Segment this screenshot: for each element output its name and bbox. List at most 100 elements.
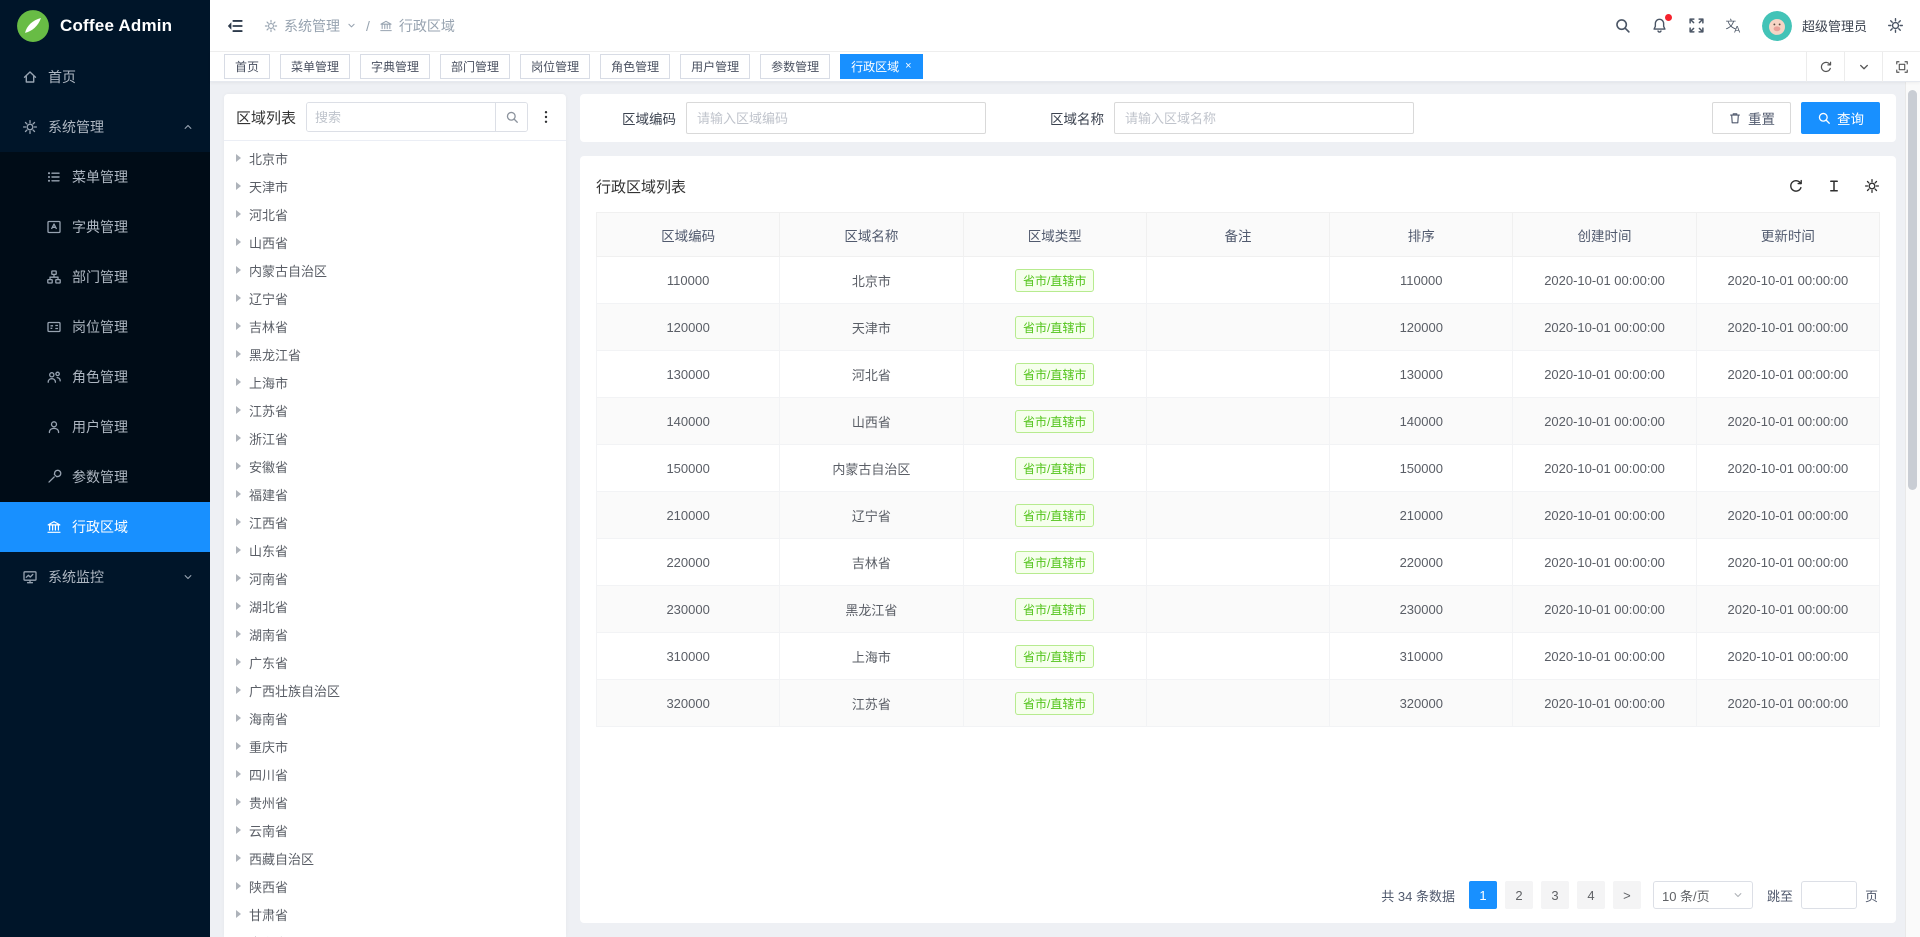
sidebar-item-param-mgmt[interactable]: 参数管理	[0, 452, 210, 502]
table-row[interactable]: 310000 上海市 省市/直辖市 310000 2020-10-01 00:0…	[597, 633, 1880, 680]
tree-search-input[interactable]	[307, 103, 495, 131]
caret-right-icon[interactable]	[236, 322, 241, 330]
caret-right-icon[interactable]	[236, 406, 241, 414]
caret-right-icon[interactable]	[236, 882, 241, 890]
tab[interactable]: 用户管理	[680, 54, 750, 79]
tab[interactable]: 部门管理	[440, 54, 510, 79]
caret-right-icon[interactable]	[236, 686, 241, 694]
caret-right-icon[interactable]	[236, 210, 241, 218]
next-page-button[interactable]: >	[1613, 881, 1641, 909]
tree-item[interactable]: 福建省	[224, 480, 566, 508]
vertical-scrollbar[interactable]	[1905, 82, 1920, 937]
tree-item[interactable]: 吉林省	[224, 312, 566, 340]
settings-icon[interactable]	[1887, 17, 1904, 34]
page-size-select[interactable]: 10 条/页	[1653, 881, 1753, 909]
tab-menu-chevron-icon[interactable]	[1844, 52, 1882, 82]
tab[interactable]: 角色管理	[600, 54, 670, 79]
breadcrumb-parent[interactable]: 系统管理	[264, 16, 357, 36]
tree-item[interactable]: 西藏自治区	[224, 844, 566, 872]
region-name-input[interactable]	[1114, 102, 1414, 134]
table-row[interactable]: 320000 江苏省 省市/直辖市 320000 2020-10-01 00:0…	[597, 680, 1880, 727]
tab[interactable]: 参数管理	[760, 54, 830, 79]
caret-right-icon[interactable]	[236, 574, 241, 582]
search-icon[interactable]	[1614, 17, 1631, 34]
caret-right-icon[interactable]	[236, 826, 241, 834]
caret-right-icon[interactable]	[236, 434, 241, 442]
notification-bell-icon[interactable]	[1651, 17, 1668, 34]
caret-right-icon[interactable]	[236, 546, 241, 554]
tree-item[interactable]: 北京市	[224, 144, 566, 172]
caret-right-icon[interactable]	[236, 378, 241, 386]
tree-item[interactable]: 山东省	[224, 536, 566, 564]
tree-item[interactable]: 河北省	[224, 200, 566, 228]
sidebar-item-menu-mgmt[interactable]: 菜单管理	[0, 152, 210, 202]
tab[interactable]: 行政区域 ×	[840, 54, 922, 79]
page-number-button[interactable]: 3	[1541, 881, 1569, 909]
tree-item[interactable]: 浙江省	[224, 424, 566, 452]
tree-item[interactable]: 青海省	[224, 928, 566, 937]
close-icon[interactable]: ×	[905, 61, 911, 72]
tree-item[interactable]: 贵州省	[224, 788, 566, 816]
tree-item[interactable]: 广西壮族自治区	[224, 676, 566, 704]
tree-item[interactable]: 陕西省	[224, 872, 566, 900]
sidebar-group-system[interactable]: 系统管理	[0, 102, 210, 152]
caret-right-icon[interactable]	[236, 770, 241, 778]
caret-right-icon[interactable]	[236, 714, 241, 722]
table-row[interactable]: 230000 黑龙江省 省市/直辖市 230000 2020-10-01 00:…	[597, 586, 1880, 633]
sidebar-item-dept-mgmt[interactable]: 部门管理	[0, 252, 210, 302]
table-row[interactable]: 110000 北京市 省市/直辖市 110000 2020-10-01 00:0…	[597, 257, 1880, 304]
caret-right-icon[interactable]	[236, 462, 241, 470]
tree-item[interactable]: 广东省	[224, 648, 566, 676]
tree-more-menu-icon[interactable]	[538, 109, 554, 125]
jump-page-input[interactable]	[1801, 881, 1857, 909]
tree-item[interactable]: 山西省	[224, 228, 566, 256]
caret-right-icon[interactable]	[236, 518, 241, 526]
sidebar-item-region[interactable]: 行政区域	[0, 502, 210, 552]
translate-icon[interactable]	[1725, 17, 1742, 34]
row-density-icon[interactable]	[1826, 178, 1842, 194]
caret-right-icon[interactable]	[236, 630, 241, 638]
caret-right-icon[interactable]	[236, 182, 241, 190]
caret-right-icon[interactable]	[236, 602, 241, 610]
sidebar-item-user-mgmt[interactable]: 用户管理	[0, 402, 210, 452]
caret-right-icon[interactable]	[236, 798, 241, 806]
scrollbar-thumb[interactable]	[1908, 90, 1917, 490]
table-row[interactable]: 150000 内蒙古自治区 省市/直辖市 150000 2020-10-01 0…	[597, 445, 1880, 492]
caret-right-icon[interactable]	[236, 350, 241, 358]
table-row[interactable]: 120000 天津市 省市/直辖市 120000 2020-10-01 00:0…	[597, 304, 1880, 351]
caret-right-icon[interactable]	[236, 742, 241, 750]
table-row[interactable]: 130000 河北省 省市/直辖市 130000 2020-10-01 00:0…	[597, 351, 1880, 398]
caret-right-icon[interactable]	[236, 490, 241, 498]
tree-item[interactable]: 安徽省	[224, 452, 566, 480]
caret-right-icon[interactable]	[236, 854, 241, 862]
tab[interactable]: 岗位管理	[520, 54, 590, 79]
user-name[interactable]: 超级管理员	[1802, 16, 1867, 35]
reset-button[interactable]: 重置	[1712, 102, 1791, 134]
tab[interactable]: 首页	[224, 54, 270, 79]
tree-item[interactable]: 甘肃省	[224, 900, 566, 928]
sidebar-item-role-mgmt[interactable]: 角色管理	[0, 352, 210, 402]
tab[interactable]: 字典管理	[360, 54, 430, 79]
tree-item[interactable]: 黑龙江省	[224, 340, 566, 368]
tree-item[interactable]: 上海市	[224, 368, 566, 396]
page-number-button[interactable]: 1	[1469, 881, 1497, 909]
tree-item[interactable]: 海南省	[224, 704, 566, 732]
search-button[interactable]: 查询	[1801, 102, 1880, 134]
refresh-tab-icon[interactable]	[1806, 52, 1844, 82]
tree-item[interactable]: 四川省	[224, 760, 566, 788]
tree-item[interactable]: 湖北省	[224, 592, 566, 620]
page-number-button[interactable]: 4	[1577, 881, 1605, 909]
tree-item[interactable]: 天津市	[224, 172, 566, 200]
sidebar-group-monitor[interactable]: 系统监控	[0, 552, 210, 602]
tab[interactable]: 菜单管理	[280, 54, 350, 79]
tree-item[interactable]: 重庆市	[224, 732, 566, 760]
sidebar-item-dict-mgmt[interactable]: 字典管理	[0, 202, 210, 252]
sidebar-item-home[interactable]: 首页	[0, 52, 210, 102]
caret-right-icon[interactable]	[236, 910, 241, 918]
tree-item[interactable]: 辽宁省	[224, 284, 566, 312]
region-code-input[interactable]	[686, 102, 986, 134]
avatar[interactable]	[1762, 11, 1792, 41]
caret-right-icon[interactable]	[236, 154, 241, 162]
tree-search-button[interactable]	[495, 103, 527, 131]
caret-right-icon[interactable]	[236, 238, 241, 246]
